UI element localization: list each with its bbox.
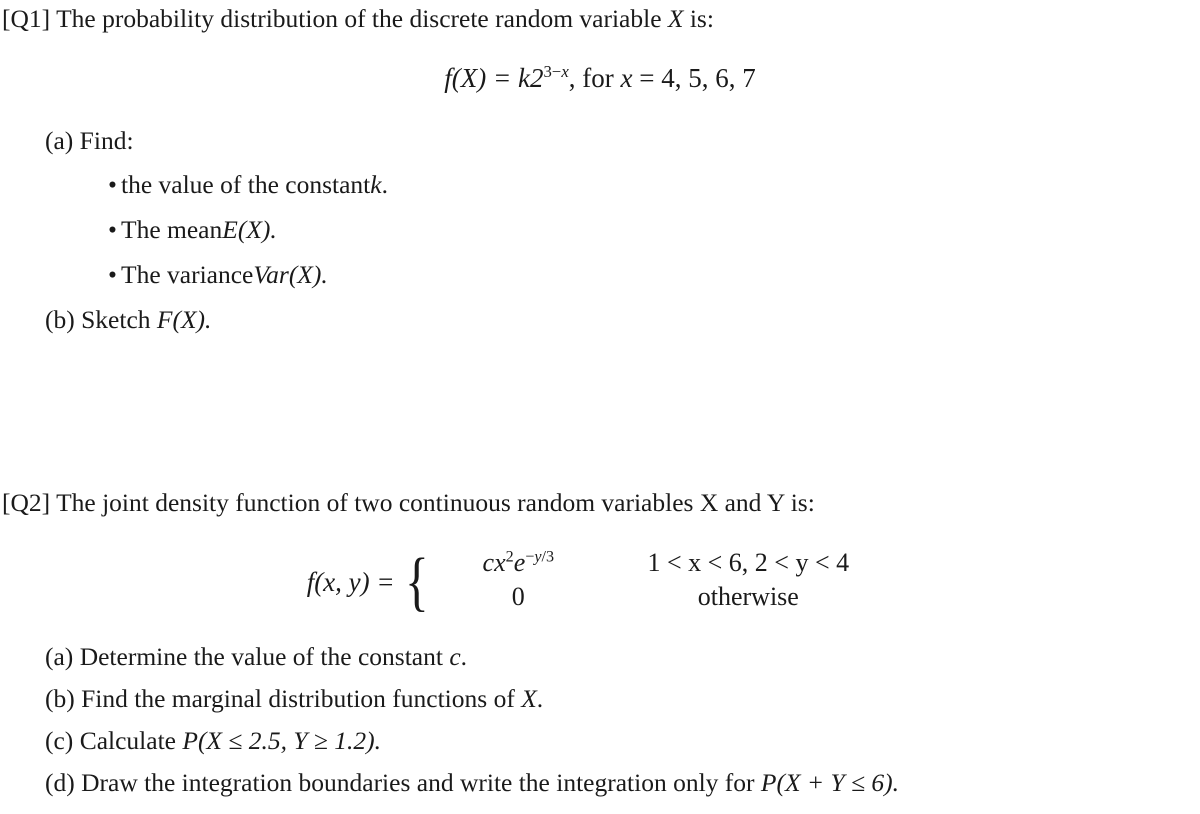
q2-part-d: (d) Draw the integration boundaries and …	[45, 768, 899, 797]
q1-part-b-after: (X).	[172, 305, 212, 334]
document-page: [Q1] The probability distribution of the…	[0, 0, 1200, 814]
q2-case-row-1: cx2e−y/3 1 < x < 6, 2 < y < 4	[433, 548, 893, 582]
q1-part-b-text: (b) Sketch	[45, 305, 157, 334]
q2-part-d-label: (d)	[45, 768, 75, 797]
q2-part-a-text: Determine the value of the constant	[79, 642, 450, 671]
q2-part-b-label: (b)	[45, 684, 75, 713]
q2-part-b: (b) Find the marginal distribution funct…	[45, 684, 543, 713]
q1-equation-for: , for	[568, 63, 621, 93]
q2-part-c-text: Calculate	[79, 726, 183, 755]
q2-part-c-label: (c)	[45, 726, 74, 755]
q2-case1-e-exponent: −y/3	[525, 548, 554, 565]
q1-equation-domain-variable: x	[620, 63, 633, 93]
q2-case1-power: 2	[506, 548, 514, 565]
q1-bullet-variable: k	[370, 170, 382, 199]
q1-bullet-text: the value of the constant	[121, 170, 371, 199]
q2-header: [Q2] The joint density function of two c…	[2, 488, 815, 517]
q2-case1-exp-y: y	[534, 548, 542, 566]
q2-case1-condition: 1 < x < 6, 2 < y < 4	[647, 548, 850, 577]
q2-case1-exp-div: /3	[541, 548, 555, 566]
q2-part-b-text: Find the marginal distribution functions…	[81, 684, 522, 713]
q1-equation: f(X) = k23−x, for x = 4, 5, 6, 7	[0, 62, 1200, 94]
q2-part-a: (a) Determine the value of the constant …	[45, 642, 467, 671]
q2-case2-value-number: 0	[511, 582, 525, 611]
q1-header-suffix: is:	[683, 4, 714, 33]
bullet-icon: •	[108, 170, 117, 199]
q2-part-c-after: (X ≤ 2.5, Y ≥ 1.2).	[197, 726, 382, 755]
q2-case1-cx: cx	[482, 548, 506, 577]
q1-exponent-number: 3	[543, 62, 552, 81]
q1-bullet-variable: Var	[253, 260, 289, 289]
q2-part-d-variable: P	[760, 768, 777, 797]
q1-part-a-label: (a) Find:	[45, 126, 134, 155]
q1-bullet-text-after: (X).	[288, 260, 328, 289]
q2-part-b-after: .	[536, 684, 544, 713]
bullet-icon: •	[108, 260, 117, 289]
q1-bullet-item-variance: • The variance Var (X).	[108, 260, 328, 289]
q2-case-row-2: 0 otherwise	[433, 582, 893, 616]
q1-bullet-text-after: (X).	[237, 215, 277, 244]
q1-header-prefix: [Q1] The probability distribution of the…	[2, 4, 668, 33]
q2-part-a-after: .	[460, 642, 468, 671]
q2-case2-value: 0	[433, 582, 603, 612]
q2-case1-e: e	[513, 548, 526, 577]
q1-bullet-variable: E	[222, 215, 238, 244]
q1-exponent-variable: x	[561, 62, 569, 81]
q2-case1-power-number: 2	[505, 548, 514, 566]
q2-case2-condition: otherwise	[697, 582, 799, 611]
q1-header-variable: X	[667, 4, 684, 33]
q2-part-c: (c) Calculate P(X ≤ 2.5, Y ≥ 1.2).	[45, 726, 381, 755]
q2-part-b-variable: X	[521, 684, 537, 713]
q1-bullet-text: The mean	[121, 215, 223, 244]
q1-equation-lhs: f(X) = k2	[444, 63, 544, 93]
q1-exponent-minus: −	[551, 62, 562, 81]
q1-part-b: (b) Sketch F(X).	[45, 305, 211, 334]
q1-bullet-text-after: .	[381, 170, 388, 199]
q2-part-a-variable: c	[449, 642, 461, 671]
q2-equation-lhs: f(x, y) =	[306, 566, 395, 597]
q2-equation-cases: cx2e−y/3 1 < x < 6, 2 < y < 4 0 otherwis…	[433, 548, 893, 616]
q1-header: [Q1] The probability distribution of the…	[2, 4, 714, 33]
q2-equation: f(x, y) = { cx2e−y/3 1 < x < 6, 2 < y < …	[0, 548, 1200, 616]
q2-part-d-after: (X + Y ≤ 6).	[776, 768, 900, 797]
left-brace-icon: {	[404, 545, 429, 619]
q2-part-c-variable: P	[182, 726, 198, 755]
q2-part-a-label: (a)	[45, 642, 74, 671]
q2-case1-exp-minus: −	[525, 548, 535, 566]
q1-bullet-item-mean: • The mean E (X).	[108, 215, 277, 244]
q2-case1-value: cx2e−y/3	[433, 548, 603, 578]
q1-equation-exponent: 3−x	[543, 62, 568, 81]
q1-equation-domain-values: = 4, 5, 6, 7	[632, 63, 756, 93]
q1-bullet-item-k: • the value of the constant k.	[108, 170, 388, 199]
q1-part-b-variable: F	[156, 305, 173, 334]
q2-part-d-text: Draw the integration boundaries and writ…	[81, 768, 761, 797]
bullet-icon: •	[108, 215, 117, 244]
q1-bullet-text: The variance	[121, 260, 254, 289]
